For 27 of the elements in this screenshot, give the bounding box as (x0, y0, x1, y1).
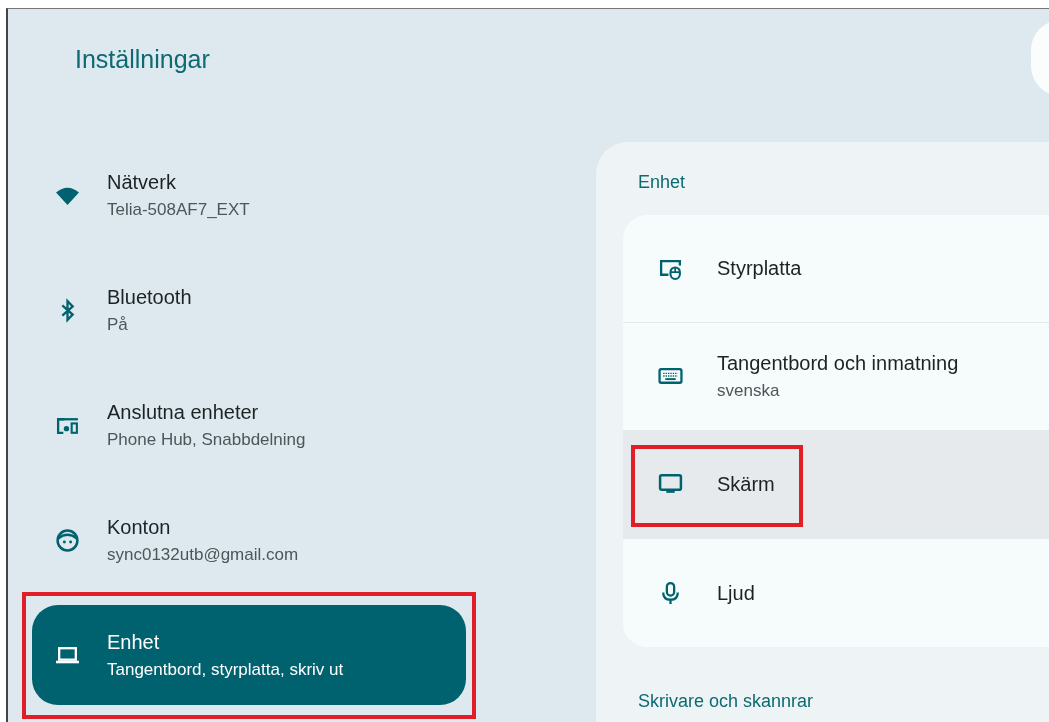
item-label: Enhet (107, 630, 161, 654)
item-subtitle: På (107, 314, 129, 335)
row-label: Skärm (717, 473, 775, 496)
item-label: Anslutna enheter (107, 400, 260, 424)
sidebar-item[interactable]: Enhet Tangentbord, styrplatta, skriv ut (32, 605, 466, 705)
sidebar-item[interactable]: Nätverk Telia-508AF7_EXT (32, 145, 466, 245)
row-label: Ljud (717, 581, 755, 605)
item-subtitle: Tangentbord, styrplatta, skriv ut (107, 659, 344, 680)
row-subtitle: svenska (717, 381, 781, 401)
sidebar-item[interactable]: Bluetooth På (32, 260, 466, 360)
item-label: Nätverk (107, 170, 177, 194)
item-subtitle: Phone Hub, Snabbdelning (107, 429, 306, 450)
settings-row[interactable]: Skärm (623, 431, 1049, 539)
sidebar-item[interactable]: Anslutna enheter Phone Hub, Snabbdelning (32, 375, 466, 475)
row-label: Tangentbord och inmatning (717, 352, 959, 375)
settings-row[interactable]: Ljud (623, 539, 1049, 647)
row-label: Styrplatta (717, 257, 802, 280)
item-label: Bluetooth (107, 285, 192, 309)
face-icon (55, 527, 80, 553)
section-heading: Enhet (638, 172, 687, 193)
sidebar-item[interactable]: Konton sync0132utb@gmail.com (32, 490, 466, 590)
item-subtitle: Telia-508AF7_EXT (107, 199, 250, 220)
item-label: Konton (107, 515, 172, 539)
item-subtitle: sync0132utb@gmail.com (107, 544, 299, 565)
settings-row[interactable]: Styrplatta (623, 215, 1049, 323)
window-title: Inställningar (75, 45, 210, 74)
section-heading: Skrivare och skannrar (638, 691, 815, 712)
